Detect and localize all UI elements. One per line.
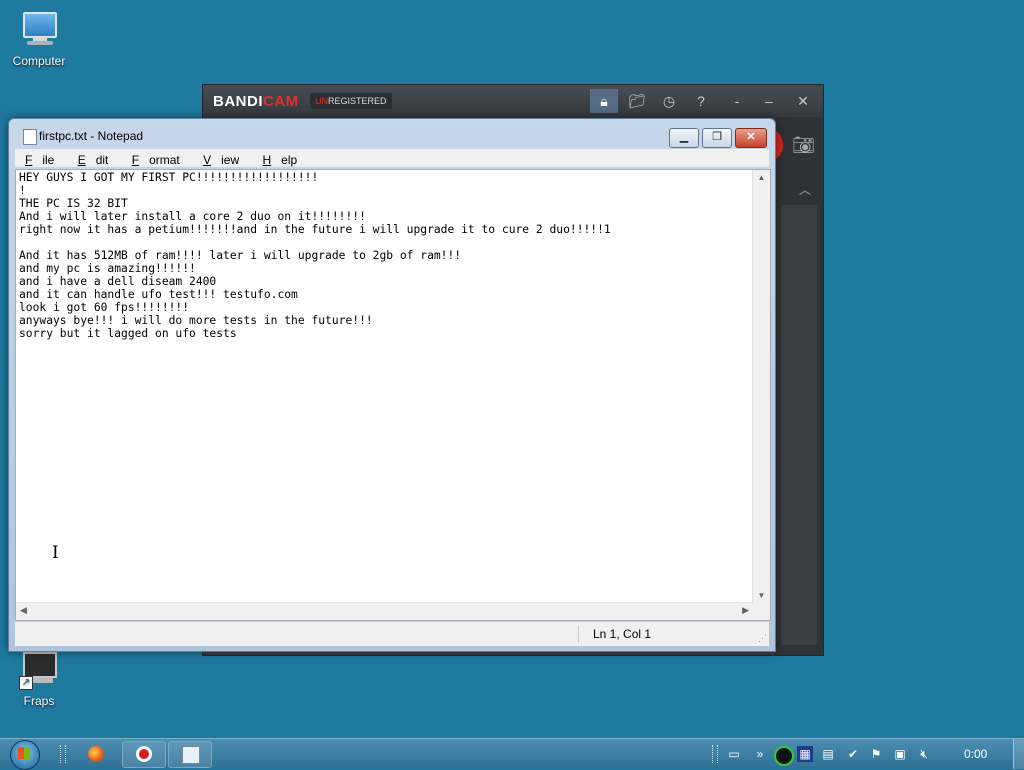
menu-file[interactable]: File — [15, 149, 64, 171]
bandicam-titlebar[interactable]: BANDICAM UNREGISTERED 🔒︎ 📁︎ ◷ ? - – ✕ — [203, 85, 823, 117]
notepad-doc-icon — [23, 129, 37, 145]
taskbar-grip[interactable] — [60, 745, 66, 763]
display-icon[interactable]: ▣ — [892, 746, 908, 762]
lock-icon[interactable]: 🔒︎ — [590, 89, 618, 113]
grid-tray-icon[interactable]: ▦ — [797, 746, 813, 762]
clock[interactable]: 0:00 — [964, 747, 987, 761]
action-center-flag-icon[interactable]: ⚑ — [868, 746, 884, 762]
taskbar: ▭ » ▦ ▤ ✔ ⚑ ▣ 🔇︎ 0:00 — [0, 738, 1024, 770]
unregistered-badge[interactable]: UNREGISTERED — [310, 93, 392, 109]
windows-logo-icon — [18, 747, 30, 759]
desktop-icon-fraps[interactable]: ↗ Fraps — [4, 650, 74, 708]
security-icon[interactable]: ✔ — [845, 746, 861, 762]
scroll-right-icon[interactable]: ▶ — [742, 605, 749, 616]
taskbar-firefox[interactable] — [74, 741, 118, 768]
camera-icon[interactable]: 📷︎ — [792, 135, 815, 156]
taskbar-notepad[interactable] — [168, 741, 212, 768]
scroll-up-icon[interactable]: ▲ — [753, 173, 770, 182]
menu-edit[interactable]: Edit — [68, 149, 119, 171]
desktop-icon-label: Computer — [12, 54, 66, 68]
menu-format[interactable]: Format — [122, 149, 190, 171]
horizontal-scrollbar[interactable]: ◀ ▶ — [16, 602, 753, 620]
fraps-icon: ↗ — [19, 650, 59, 690]
menu-view[interactable]: View — [193, 149, 249, 171]
restore-button[interactable]: ❐ — [702, 128, 732, 148]
document-text[interactable]: HEY GUYS I GOT MY FIRST PC!!!!!!!!!!!!!!… — [19, 171, 750, 602]
fraps-tray-icon[interactable] — [774, 746, 794, 766]
status-bar: Ln 1, Col 1 ⋰ — [15, 621, 769, 646]
window-title: firstpc.txt - Notepad — [39, 129, 144, 143]
bandicam-icon — [136, 746, 152, 762]
start-button[interactable] — [6, 739, 44, 770]
show-hidden-icons-icon[interactable]: » — [752, 746, 768, 762]
network-icon[interactable]: ▭ — [726, 746, 742, 762]
desktop-icon-computer[interactable]: Computer — [4, 10, 74, 68]
scroll-down-icon[interactable]: ▼ — [753, 591, 770, 600]
menu-bar: File Edit Format View Help — [15, 149, 769, 167]
notepad-titlebar[interactable]: firstpc.txt - Notepad ▁ ❐ ✕ — [9, 119, 775, 148]
help-icon[interactable]: ? — [687, 89, 715, 113]
show-desktop-button[interactable] — [1013, 739, 1024, 769]
notepad-window[interactable]: firstpc.txt - Notepad ▁ ❐ ✕ File Edit Fo… — [8, 118, 776, 652]
menu-help[interactable]: Help — [253, 149, 308, 171]
taskbar-bandicam[interactable] — [122, 741, 166, 768]
desktop-icon-label: Fraps — [23, 694, 55, 708]
bandicam-panel — [781, 205, 817, 645]
bandicam-logo: BANDICAM — [213, 93, 299, 110]
shield-tray-icon[interactable]: ▤ — [820, 746, 836, 762]
text-cursor-icon: I — [52, 543, 59, 563]
scroll-left-icon[interactable]: ◀ — [20, 605, 27, 616]
volume-muted-icon[interactable]: 🔇︎ — [916, 746, 932, 762]
clock-icon[interactable]: ◷ — [655, 89, 683, 113]
chevron-up-icon[interactable]: ︿ — [799, 181, 811, 198]
firefox-icon — [88, 746, 104, 762]
resize-grip-icon[interactable]: ⋰ — [758, 633, 767, 644]
close-button[interactable]: ✕ — [735, 128, 767, 148]
minimize-button[interactable]: – — [755, 89, 783, 113]
computer-icon — [19, 10, 59, 50]
cursor-position: Ln 1, Col 1 — [593, 627, 652, 641]
notepad-icon — [182, 746, 200, 764]
scroll-corner — [753, 603, 770, 620]
vertical-scrollbar[interactable]: ▲ ▼ — [752, 170, 770, 603]
folder-icon[interactable]: 📁︎ — [623, 89, 651, 113]
mini-mode-icon[interactable]: - — [723, 89, 751, 113]
text-editor[interactable]: HEY GUYS I GOT MY FIRST PC!!!!!!!!!!!!!!… — [15, 169, 771, 621]
close-button[interactable]: ✕ — [789, 89, 817, 113]
tray-grip[interactable] — [712, 745, 718, 763]
status-divider — [578, 625, 579, 643]
minimize-button[interactable]: ▁ — [669, 128, 699, 148]
